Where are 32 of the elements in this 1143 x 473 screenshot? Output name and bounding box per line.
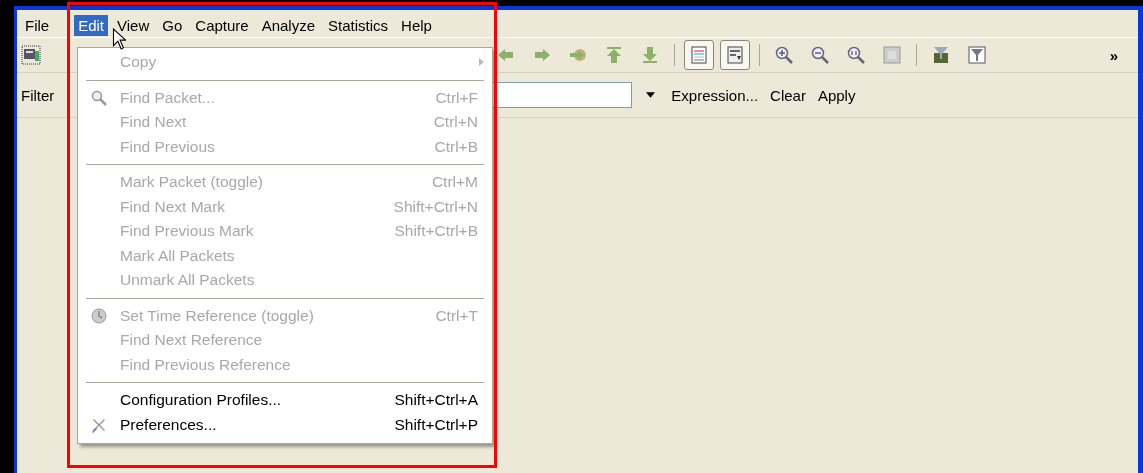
colorize-button[interactable] — [684, 40, 714, 70]
zoom-out-icon — [810, 45, 830, 65]
funnel-icon — [967, 45, 987, 65]
magnifier-icon — [91, 89, 107, 106]
autoscroll-button[interactable] — [720, 40, 750, 70]
colored-list-icon — [689, 45, 709, 65]
filter-action-button[interactable]: Expression... — [669, 86, 761, 104]
dropdown-caret-icon[interactable] — [646, 92, 656, 98]
interface-card-icon[interactable] — [21, 45, 41, 65]
up-arrow-icon — [604, 45, 624, 65]
menu-title[interactable]: Capture — [191, 15, 253, 36]
filter-label: Filter — [21, 86, 55, 104]
menu-title[interactable]: Statistics — [324, 15, 393, 36]
zoom-in-icon — [774, 45, 794, 65]
menu-item[interactable]: Preferences... Shift+Ctrl+P — [78, 412, 492, 437]
tools-icon — [91, 416, 107, 433]
list-scroll-icon — [725, 45, 745, 65]
menu-title[interactable]: Help — [397, 15, 436, 36]
down-arrow-icon — [640, 45, 660, 65]
menu-title[interactable]: Go — [158, 15, 187, 36]
menu-title[interactable]: Edit — [74, 15, 109, 36]
toolbar-overflow-button[interactable]: » — [1109, 46, 1118, 64]
filter-action-button[interactable]: Apply — [815, 86, 858, 104]
filter-action-button[interactable]: Clear — [768, 86, 808, 104]
menu-title[interactable]: View — [113, 15, 154, 36]
menu-title[interactable]: Analyze — [257, 15, 320, 36]
magnifier-icon — [846, 45, 866, 65]
menu-item[interactable]: Configuration Profiles... Shift+Ctrl+A — [78, 388, 492, 413]
funnel-card-icon — [931, 45, 951, 65]
clock-icon — [91, 307, 107, 324]
menu-title[interactable]: File — [21, 15, 54, 36]
square-icon — [882, 45, 902, 65]
